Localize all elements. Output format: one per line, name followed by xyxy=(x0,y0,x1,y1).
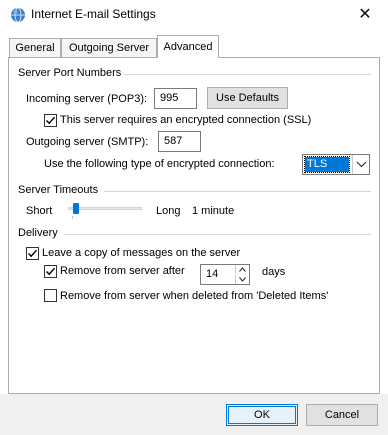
outgoing-server-label: Outgoing server (SMTP): xyxy=(26,136,149,148)
timeout-value: 1 minute xyxy=(192,205,235,217)
encryption-type-value[interactable]: TLS xyxy=(304,156,350,173)
window-title: Internet E-mail Settings xyxy=(31,7,156,21)
chevron-down-icon[interactable] xyxy=(352,155,370,174)
incoming-server-label: Incoming server (POP3): xyxy=(26,93,148,105)
days-label: days xyxy=(262,266,286,278)
spin-down-icon[interactable] xyxy=(235,275,249,284)
remove-after-label: Remove from server after xyxy=(60,265,185,277)
cancel-button[interactable]: Cancel xyxy=(306,404,378,426)
server-timeouts-heading: Server Timeouts xyxy=(18,184,99,196)
close-icon[interactable]: ✕ xyxy=(352,4,378,26)
tab-advanced[interactable]: Advanced xyxy=(157,35,219,58)
remove-deleted-checkbox[interactable] xyxy=(44,289,57,302)
server-port-numbers-heading: Server Port Numbers xyxy=(18,67,122,79)
tab-general[interactable]: General xyxy=(9,38,61,57)
timeout-short-label: Short xyxy=(26,205,53,217)
incoming-port-field[interactable]: 995 xyxy=(154,88,197,109)
remove-after-checkbox[interactable] xyxy=(44,265,57,278)
ok-button-label: OK xyxy=(254,409,270,421)
encryption-type-label: Use the following type of encrypted conn… xyxy=(44,158,275,170)
group-divider xyxy=(104,191,371,192)
ok-button[interactable]: OK xyxy=(226,404,298,426)
ssl-label: This server requires an encrypted connec… xyxy=(60,114,312,126)
checkmark-icon xyxy=(46,116,56,125)
checkmark-icon xyxy=(46,267,56,276)
delivery-heading: Delivery xyxy=(18,227,58,239)
use-defaults-button[interactable]: Use Defaults xyxy=(207,87,288,109)
tab-outgoing-server[interactable]: Outgoing Server xyxy=(61,38,157,57)
group-divider xyxy=(124,74,371,75)
timeout-slider-thumb[interactable] xyxy=(73,203,80,214)
outlook-globe-icon xyxy=(10,7,26,23)
leave-copy-checkbox[interactable] xyxy=(26,247,39,260)
timeout-slider-track[interactable] xyxy=(68,207,142,210)
leave-copy-label: Leave a copy of messages on the server xyxy=(42,247,241,259)
checkmark-icon xyxy=(28,249,38,258)
spin-up-icon[interactable] xyxy=(235,265,249,274)
remove-deleted-label: Remove from server when deleted from 'De… xyxy=(60,290,329,302)
group-divider xyxy=(64,234,371,235)
ssl-checkbox[interactable] xyxy=(44,114,57,127)
slider-tick xyxy=(72,216,73,219)
timeout-long-label: Long xyxy=(156,205,181,217)
outgoing-port-field[interactable]: 587 xyxy=(158,131,201,152)
